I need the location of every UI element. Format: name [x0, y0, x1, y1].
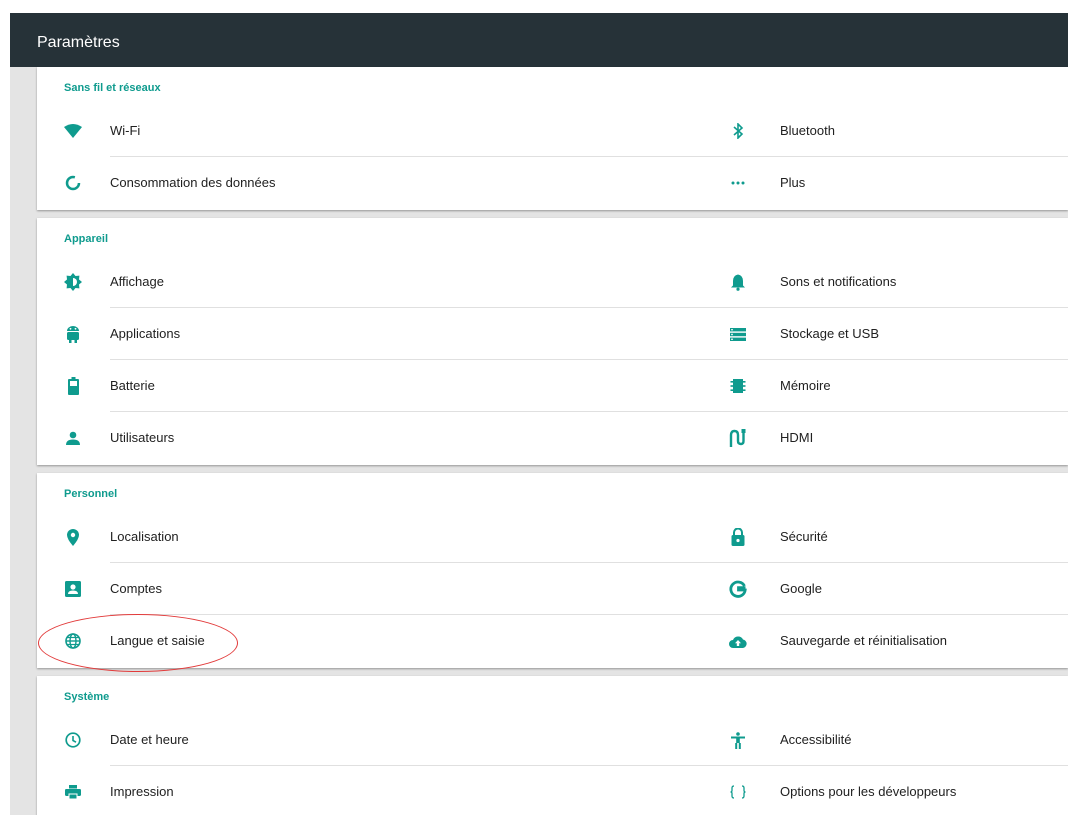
- data-usage-icon: [63, 173, 83, 193]
- settings-content: Sans fil et réseaux Wi-Fi Consommation d…: [10, 67, 1068, 815]
- setting-label: Impression: [110, 784, 174, 799]
- memory-icon: [728, 376, 748, 396]
- setting-label: Plus: [780, 175, 806, 190]
- section-title: Système: [64, 691, 110, 703]
- lock-icon: [728, 527, 748, 547]
- setting-battery[interactable]: Batterie: [37, 360, 728, 412]
- setting-label: Comptes: [110, 581, 163, 596]
- setting-backup-reset[interactable]: Sauvegarde et réinitialisation: [728, 615, 1068, 667]
- setting-label: Date et heure: [110, 732, 189, 747]
- setting-label: Options pour les développeurs: [780, 784, 957, 799]
- setting-accounts[interactable]: Comptes: [37, 563, 728, 615]
- setting-label: Sauvegarde et réinitialisation: [780, 633, 947, 648]
- setting-more[interactable]: Plus: [728, 157, 1068, 209]
- setting-label: Bluetooth: [780, 123, 835, 138]
- setting-label: Applications: [110, 326, 181, 341]
- setting-wifi[interactable]: Wi-Fi: [37, 105, 728, 157]
- setting-developer-options[interactable]: Options pour les développeurs: [728, 766, 1068, 815]
- globe-icon: [63, 631, 83, 651]
- setting-applications[interactable]: Applications: [37, 308, 728, 360]
- setting-label: Accessibilité: [780, 732, 852, 747]
- setting-label: Localisation: [110, 529, 179, 544]
- app-bar: Paramètres: [10, 13, 1068, 67]
- person-icon: [63, 428, 83, 448]
- setting-label: Sons et notifications: [780, 274, 897, 289]
- setting-label: Consommation des données: [110, 175, 276, 190]
- setting-security[interactable]: Sécurité: [728, 511, 1068, 563]
- setting-label: Sécurité: [780, 529, 828, 544]
- section-system: Système Date et heure Impression Accessi…: [37, 676, 1068, 815]
- setting-label: Wi-Fi: [110, 123, 141, 138]
- setting-label: Langue et saisie: [110, 633, 205, 648]
- wifi-icon: [63, 121, 83, 141]
- setting-label: Batterie: [110, 378, 155, 393]
- setting-accessibility[interactable]: Accessibilité: [728, 714, 1068, 766]
- printer-icon: [63, 782, 83, 802]
- setting-label: Mémoire: [780, 378, 831, 393]
- setting-label: Affichage: [110, 274, 164, 289]
- setting-label: Stockage et USB: [780, 326, 879, 341]
- battery-icon: [63, 376, 83, 396]
- setting-data-usage[interactable]: Consommation des données: [37, 157, 728, 209]
- bluetooth-icon: [728, 121, 748, 141]
- setting-display[interactable]: Affichage: [37, 256, 728, 308]
- setting-google[interactable]: Google: [728, 563, 1068, 615]
- settings-screen: Paramètres Sans fil et réseaux Wi-Fi Con…: [0, 0, 1068, 815]
- setting-hdmi[interactable]: HDMI: [728, 412, 1068, 464]
- brightness-icon: [63, 272, 83, 292]
- cloud-upload-icon: [728, 631, 748, 651]
- google-icon: [728, 579, 748, 599]
- setting-label: Utilisateurs: [110, 430, 175, 445]
- section-personal: Personnel Localisation Comptes Langue et…: [37, 473, 1068, 668]
- accessibility-icon: [728, 730, 748, 750]
- setting-printing[interactable]: Impression: [37, 766, 728, 815]
- section-title: Appareil: [64, 233, 109, 245]
- storage-icon: [728, 324, 748, 344]
- setting-date-time[interactable]: Date et heure: [37, 714, 728, 766]
- setting-label: HDMI: [780, 430, 814, 445]
- section-title: Sans fil et réseaux: [64, 82, 161, 94]
- setting-label: Google: [780, 581, 822, 596]
- setting-bluetooth[interactable]: Bluetooth: [728, 105, 1068, 157]
- section-device: Appareil Affichage Applications Batterie: [37, 218, 1068, 465]
- setting-language-input[interactable]: Langue et saisie: [37, 615, 728, 667]
- section-title: Personnel: [64, 488, 118, 500]
- more-icon: [728, 173, 748, 193]
- section-wireless-networks: Sans fil et réseaux Wi-Fi Consommation d…: [37, 67, 1068, 210]
- braces-icon: [728, 782, 748, 802]
- setting-users[interactable]: Utilisateurs: [37, 412, 728, 464]
- clock-icon: [63, 730, 83, 750]
- bell-icon: [728, 272, 748, 292]
- location-pin-icon: [63, 527, 83, 547]
- hdmi-icon: [728, 428, 748, 448]
- account-box-icon: [63, 579, 83, 599]
- setting-sounds[interactable]: Sons et notifications: [728, 256, 1068, 308]
- page-title: Paramètres: [37, 34, 120, 51]
- setting-storage[interactable]: Stockage et USB: [728, 308, 1068, 360]
- android-icon: [63, 324, 83, 344]
- setting-memory[interactable]: Mémoire: [728, 360, 1068, 412]
- setting-location[interactable]: Localisation: [37, 511, 728, 563]
